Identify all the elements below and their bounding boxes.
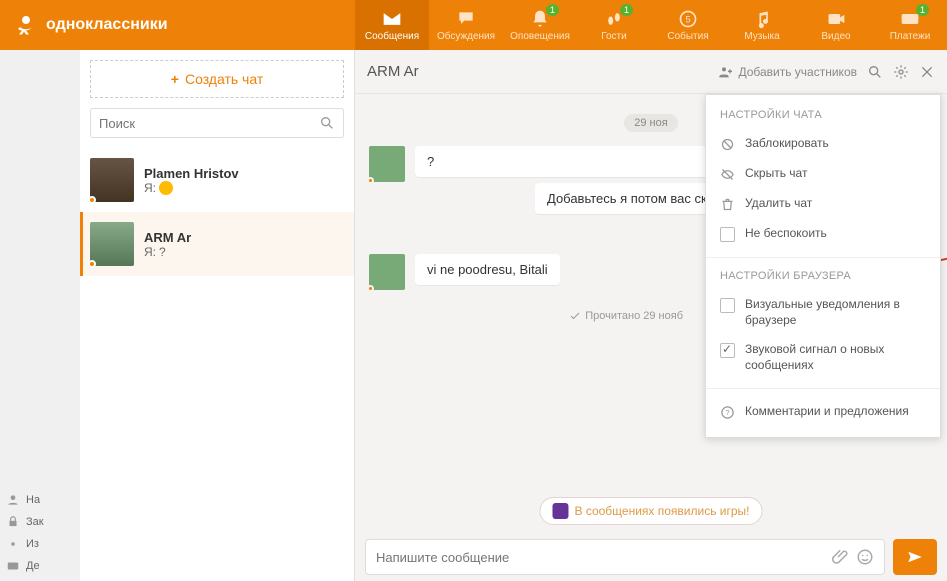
settings-delete[interactable]: Удалить чат xyxy=(706,189,940,219)
left-item[interactable]: На xyxy=(6,493,74,507)
settings-sound[interactable]: Звуковой сигнал о новых сообщениях xyxy=(706,335,940,380)
chat-search[interactable] xyxy=(90,108,344,138)
composer xyxy=(355,533,947,581)
avatar xyxy=(90,158,134,202)
settings-hide[interactable]: Скрыть чат xyxy=(706,159,940,189)
chat-icon xyxy=(455,9,477,29)
check-icon xyxy=(569,310,581,322)
read-status: Прочитано 29 нояб xyxy=(369,310,683,322)
settings-feedback[interactable]: ?Комментарии и предложения xyxy=(706,397,940,427)
brand-text: одноклассники xyxy=(46,16,168,34)
brand-logo[interactable]: одноклассники xyxy=(0,13,182,37)
plus-icon: + xyxy=(171,71,179,87)
svg-text:?: ? xyxy=(725,408,729,417)
main-nav: Сообщения Обсуждения 1 Оповещения 1 Гост… xyxy=(355,0,947,50)
block-icon xyxy=(720,137,735,152)
chat-view: ARM Ar Добавить участников 29 ноя ? Доба… xyxy=(355,50,947,581)
settings-icon xyxy=(6,537,20,551)
message-bubble: vi ne poodresu, Bitali xyxy=(415,254,560,285)
chat-entry[interactable]: Plamen Hristov Я: xyxy=(80,148,354,212)
emoji-icon xyxy=(159,181,173,195)
compose-box[interactable] xyxy=(365,539,885,575)
nav-discussions[interactable]: Обсуждения xyxy=(429,0,503,50)
chat-list-panel: +Создать чат Plamen Hristov Я: ARM Ar Я:… xyxy=(80,50,355,581)
music-icon xyxy=(751,9,773,29)
message-input[interactable] xyxy=(376,550,826,565)
close-icon[interactable] xyxy=(919,64,935,80)
help-icon: ? xyxy=(720,405,735,420)
section-title: НАСТРОЙКИ ЧАТА xyxy=(706,105,940,129)
nav-notifications[interactable]: 1 Оповещения xyxy=(503,0,577,50)
left-item[interactable]: Де xyxy=(6,559,74,573)
svg-text:5: 5 xyxy=(685,14,690,24)
search-icon xyxy=(319,115,335,131)
separator xyxy=(706,257,940,258)
settings-dnd[interactable]: Не беспокоить xyxy=(706,219,940,249)
envelope-icon xyxy=(381,9,403,29)
chat-header: ARM Ar Добавить участников xyxy=(355,50,947,94)
left-item[interactable]: Зак xyxy=(6,515,74,529)
search-icon[interactable] xyxy=(867,64,883,80)
person-icon xyxy=(6,493,20,507)
eye-off-icon xyxy=(720,167,735,182)
section-title: НАСТРОЙКИ БРАУЗЕРА xyxy=(706,266,940,290)
checkbox-icon xyxy=(720,298,735,313)
top-navbar: одноклассники Сообщения Обсуждения 1 Опо… xyxy=(0,0,947,50)
avatar[interactable] xyxy=(369,146,405,182)
chat-last: Я: ? xyxy=(144,245,191,259)
lock-icon xyxy=(6,515,20,529)
left-sidebar: На Зак Из Де xyxy=(0,50,80,581)
chat-last: Я: xyxy=(144,181,239,195)
search-input[interactable] xyxy=(99,116,319,131)
avatar[interactable] xyxy=(369,254,405,290)
send-button[interactable] xyxy=(893,539,937,575)
date-separator: 29 ноя xyxy=(624,114,677,132)
nav-video[interactable]: Видео xyxy=(799,0,873,50)
chat-name: ARM Ar xyxy=(144,230,191,245)
settings-block[interactable]: Заблокировать xyxy=(706,129,940,159)
five-icon: 5 xyxy=(677,9,699,29)
gear-icon[interactable] xyxy=(893,64,909,80)
smile-icon[interactable] xyxy=(856,548,874,566)
chat-title: ARM Ar xyxy=(367,63,718,80)
separator xyxy=(706,388,940,389)
add-people-icon xyxy=(718,64,734,80)
nav-messages[interactable]: Сообщения xyxy=(355,0,429,50)
message-bubble: ? xyxy=(415,146,735,177)
avatar xyxy=(90,222,134,266)
chat-settings-popover: НАСТРОЙКИ ЧАТА Заблокировать Скрыть чат … xyxy=(705,94,941,438)
ok-logo-icon xyxy=(14,13,38,37)
checkbox-checked-icon xyxy=(720,343,735,358)
games-banner[interactable]: В сообщениях появились игры! xyxy=(539,497,762,525)
checkbox-icon xyxy=(720,227,735,242)
game-icon xyxy=(552,503,568,519)
settings-visual[interactable]: Визуальные уведомления в браузере xyxy=(706,290,940,335)
create-chat-button[interactable]: +Создать чат xyxy=(90,60,344,98)
nav-guests[interactable]: 1 Гости xyxy=(577,0,651,50)
nav-music[interactable]: Музыка xyxy=(725,0,799,50)
nav-payments[interactable]: 1 Платежи xyxy=(873,0,947,50)
wallet-icon xyxy=(6,559,20,573)
trash-icon xyxy=(720,197,735,212)
send-icon xyxy=(905,548,925,566)
chat-name: Plamen Hristov xyxy=(144,166,239,181)
nav-events[interactable]: 5 События xyxy=(651,0,725,50)
chat-entry[interactable]: ARM Ar Я: ? xyxy=(80,212,354,276)
left-item[interactable]: Из xyxy=(6,537,74,551)
add-participants-button[interactable]: Добавить участников xyxy=(718,64,857,80)
video-icon xyxy=(825,9,847,29)
attach-icon[interactable] xyxy=(832,548,850,566)
